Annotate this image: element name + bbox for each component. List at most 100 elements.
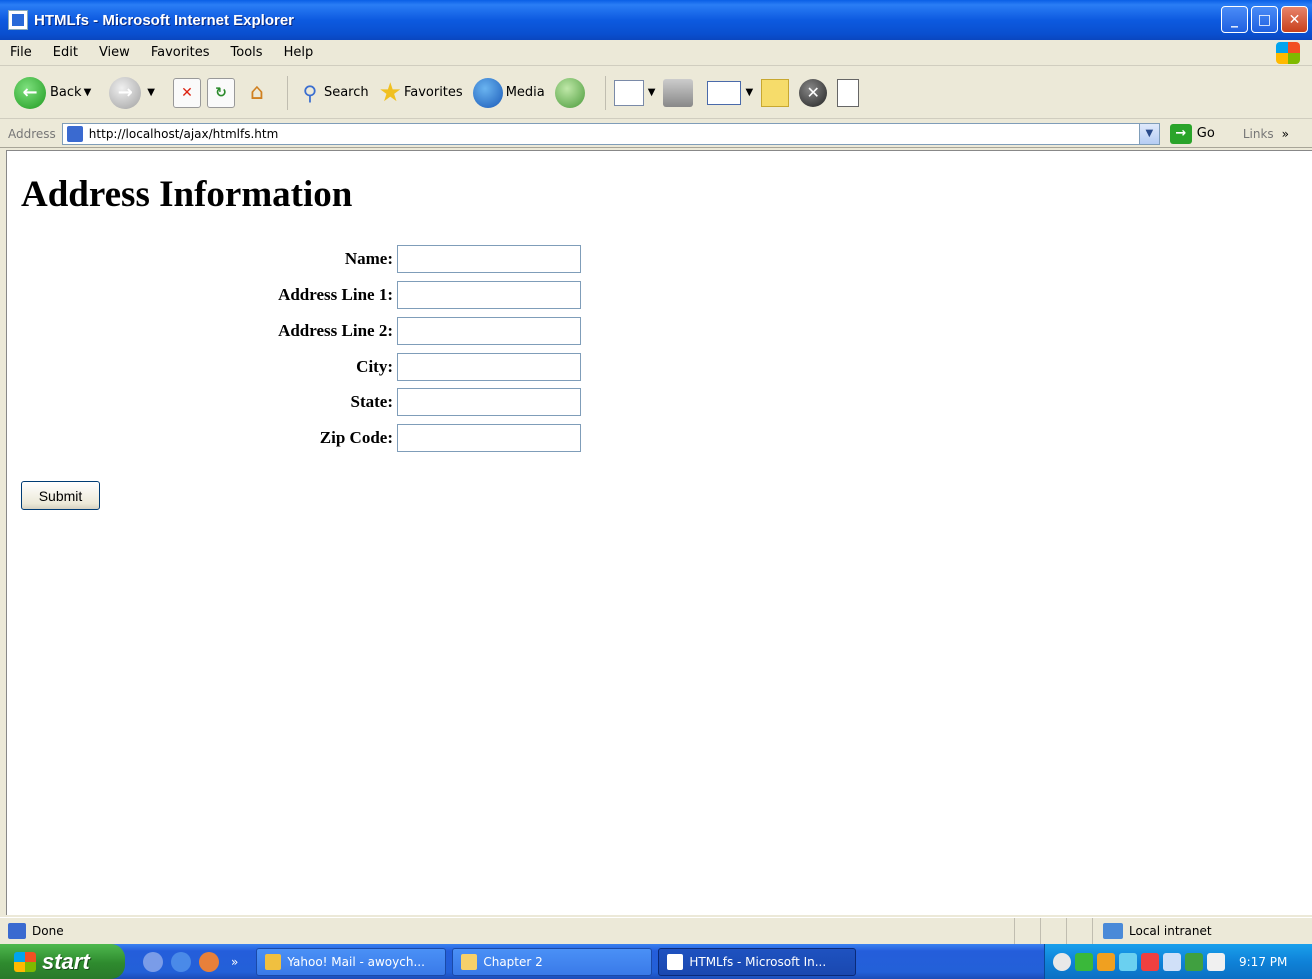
volume-icon[interactable]: [1119, 952, 1137, 971]
back-button[interactable]: ← Back ▼: [14, 76, 99, 109]
task-htmlfs-ie[interactable]: HTMLfs - Microsoft In...: [658, 947, 857, 976]
task-label: Chapter 2: [483, 954, 543, 969]
links-label[interactable]: Links: [1243, 127, 1274, 141]
messenger-tray-icon[interactable]: [1097, 952, 1115, 971]
page-icon: [66, 125, 83, 142]
start-label: start: [42, 948, 90, 974]
clock[interactable]: 9:17 PM: [1239, 955, 1287, 969]
media-button[interactable]: Media: [472, 77, 545, 108]
page-status-icon: [8, 922, 26, 939]
show-desktop-icon[interactable]: [143, 951, 163, 972]
address-line-2-input[interactable]: [397, 317, 581, 345]
task-label: Yahoo! Mail - awoych...: [287, 954, 425, 969]
window-controls: _ □ ✕: [1221, 6, 1308, 33]
toolbar-separator: [604, 75, 606, 110]
start-button[interactable]: start: [0, 944, 125, 979]
research-icon[interactable]: [837, 78, 860, 107]
tray-expand-icon[interactable]: [1053, 952, 1071, 971]
status-cell: [1066, 918, 1092, 944]
status-cell: [1040, 918, 1066, 944]
ie-page-icon: [667, 953, 684, 970]
history-icon[interactable]: [554, 77, 585, 108]
windows-flag-icon: [14, 951, 36, 972]
form-row-address2: Address Line 2:: [7, 317, 581, 345]
windows-logo-icon: [1276, 42, 1300, 64]
task-label: HTMLfs - Microsoft In...: [689, 954, 827, 969]
intranet-icon: [1103, 923, 1123, 939]
discuss-icon[interactable]: [761, 78, 790, 107]
zone-label: Local intranet: [1129, 924, 1212, 938]
tray-app-icon[interactable]: [1207, 952, 1225, 971]
state-input[interactable]: [397, 388, 581, 416]
security-zone: Local intranet: [1092, 918, 1312, 944]
title-bar: HTMLfs - Microsoft Internet Explorer _ □…: [0, 0, 1312, 40]
status-cell: [1014, 918, 1040, 944]
name-input[interactable]: [397, 245, 581, 273]
maximize-button[interactable]: □: [1251, 6, 1278, 33]
form-row-address1: Address Line 1:: [7, 281, 581, 309]
task-yahoo-mail[interactable]: Yahoo! Mail - awoych...: [256, 947, 447, 976]
form-row-name: Name:: [7, 245, 581, 273]
go-arrow-icon: →: [1169, 123, 1192, 144]
page-title: Address Information: [21, 174, 353, 215]
address-line-2-label: Address Line 2:: [278, 321, 393, 340]
address-dropdown-icon[interactable]: ▼: [1138, 123, 1159, 144]
media-icon: [472, 77, 503, 108]
media-label: Media: [505, 85, 545, 100]
refresh-icon[interactable]: ↻: [206, 77, 235, 108]
edit-icon[interactable]: [707, 80, 742, 105]
stop-icon[interactable]: ✕: [172, 77, 201, 108]
back-arrow-icon: ←: [14, 76, 46, 109]
print-icon[interactable]: [663, 78, 694, 107]
menu-view[interactable]: View: [99, 45, 130, 60]
favorites-label: Favorites: [403, 85, 463, 100]
menu-favorites[interactable]: Favorites: [151, 45, 210, 60]
city-input[interactable]: [397, 353, 581, 381]
tray-app-icon[interactable]: [1163, 952, 1181, 971]
back-label: Back: [50, 85, 82, 100]
close-button[interactable]: ✕: [1281, 6, 1308, 33]
menu-edit[interactable]: Edit: [53, 45, 78, 60]
page-content: Address Information Name: Address Line 1…: [6, 150, 1312, 915]
mail-icon[interactable]: [613, 79, 644, 106]
toolbar: ← Back ▼ → ▼ ✕ ↻ ⌂ ⚲ Search ★ Favorites …: [0, 67, 1312, 119]
links-more-icon[interactable]: »: [1282, 127, 1289, 141]
status-text: Done: [32, 923, 64, 938]
network-icon[interactable]: [1075, 952, 1093, 971]
firefox-quicklaunch-icon[interactable]: [199, 951, 219, 972]
favorites-button[interactable]: ★ Favorites: [379, 78, 463, 108]
ie-quicklaunch-icon[interactable]: [171, 951, 191, 972]
go-button[interactable]: → Go: [1169, 123, 1215, 144]
taskbar: start » Yahoo! Mail - awoych... Chapter …: [0, 944, 1312, 979]
address-line-1-input[interactable]: [397, 281, 581, 309]
task-chapter-2[interactable]: Chapter 2: [452, 947, 653, 976]
messenger-icon[interactable]: ✕: [799, 78, 828, 107]
zip-code-input[interactable]: [397, 424, 581, 452]
forward-button[interactable]: → ▼: [109, 76, 163, 109]
menu-bar: File Edit View Favorites Tools Help: [0, 40, 1312, 66]
minimize-button[interactable]: _: [1221, 6, 1248, 33]
edit-dropdown-icon[interactable]: ▼: [745, 87, 753, 98]
window-title: HTMLfs - Microsoft Internet Explorer: [34, 11, 295, 29]
search-label: Search: [323, 85, 369, 100]
form-row-zip: Zip Code:: [7, 424, 581, 452]
search-button[interactable]: ⚲ Search: [296, 79, 369, 107]
address-input[interactable]: http://localhost/ajax/htmlfs.htm ▼: [61, 122, 1160, 145]
home-icon[interactable]: ⌂: [241, 78, 273, 108]
folder-icon: [461, 953, 478, 970]
zip-code-label: Zip Code:: [319, 428, 393, 447]
submit-button[interactable]: Submit: [21, 481, 100, 510]
address-url[interactable]: http://localhost/ajax/htmlfs.htm: [89, 127, 278, 141]
mail-dropdown-icon[interactable]: ▼: [648, 87, 656, 98]
quicklaunch-more-icon[interactable]: »: [231, 955, 238, 969]
menu-file[interactable]: File: [10, 45, 32, 60]
address-line-1-label: Address Line 1:: [278, 285, 393, 304]
menu-tools[interactable]: Tools: [231, 45, 263, 60]
menu-help[interactable]: Help: [284, 45, 314, 60]
forward-dropdown-icon[interactable]: ▼: [147, 87, 155, 98]
back-dropdown-icon[interactable]: ▼: [84, 87, 92, 98]
form-row-state: State:: [7, 388, 581, 416]
antivirus-icon[interactable]: [1141, 952, 1159, 971]
tray-app-icon[interactable]: [1185, 952, 1203, 971]
search-icon: ⚲: [302, 80, 318, 105]
